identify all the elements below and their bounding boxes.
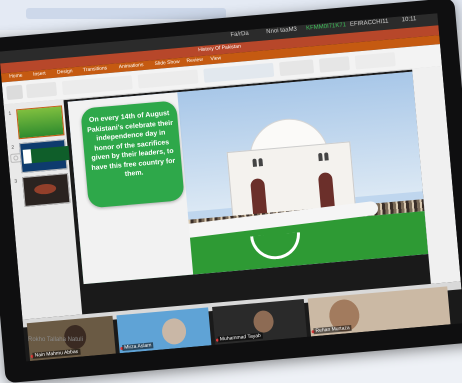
slide-thumbnail-3[interactable]: 3 [14,173,71,207]
font-group[interactable] [61,75,133,96]
flag-image [22,145,70,164]
thumb-number: 2 [11,144,15,151]
participant-tile[interactable]: Muhammad Tayab [212,298,308,345]
slide-left-panel: On every 14th of August Pakistani's cele… [67,92,194,285]
window-slit [318,152,323,162]
paste-button[interactable] [6,84,24,101]
taskbar-item-4[interactable]: EFIRACCHI11 [350,19,389,28]
address-bar [26,8,226,19]
participant-name: Rehan Murtaza [313,324,352,335]
tab-transitions[interactable]: Transitions [83,65,108,73]
arrange-button[interactable] [279,59,315,77]
taskbar-item-1[interactable]: Fa/rDa [230,31,249,39]
participant-name: Muhammad Tayab [217,332,264,343]
taskbar-clock: 10:11 [401,16,417,24]
window-slit [324,152,329,161]
drawing-group[interactable] [203,62,275,83]
participant-avatar [160,317,188,346]
window-slit [252,158,258,167]
tab-view[interactable]: View [210,55,221,62]
participant-name: Mirza Aslam [122,342,154,351]
slide-thumbnail-1[interactable]: 1 [8,105,65,140]
participant-avatar [252,309,275,334]
taskbar-item-3[interactable]: KFMM0I71K71 [306,22,346,31]
bottom-caption: Rokho Tallaha Natuli [28,337,83,343]
slide-text: On every 14th of August Pakistani's cele… [86,110,176,179]
text-callout[interactable]: On every 14th of August Pakistani's cele… [80,100,185,209]
thumb-number: 1 [8,110,12,118]
laptop-frame: Fa/rDa Nnoi taaM3 KFMM0I71K71 EFIRACCHI1… [0,0,462,383]
window-slit [258,158,263,167]
tab-animations[interactable]: Animations [119,62,144,70]
video-participants-strip: Nain Mahmu Abbas Mirza Aslam Muhammad Ta… [26,285,462,362]
slide-canvas[interactable]: On every 14th of August Pakistani's cele… [67,71,429,285]
paragraph-group[interactable] [137,69,199,89]
tab-review[interactable]: Review [186,57,203,64]
screen: Fa/rDa Nnoi taaM3 KFMM0I71K71 EFIRACCHI1… [0,13,462,362]
editing-group[interactable] [354,52,396,70]
taskbar-item-2[interactable]: Nnoi taaM3 [266,27,297,36]
tab-insert[interactable]: Insert [33,71,46,78]
thumb-number: 3 [14,178,18,185]
slide-thumbnail-2[interactable]: 2 [11,139,70,174]
tab-design[interactable]: Design [57,68,73,75]
slides-group[interactable] [25,81,58,99]
thumb-image [33,183,57,196]
tab-home[interactable]: Home [9,73,23,80]
participant-tile[interactable]: Mirza Aslam [116,307,212,354]
tab-slide-show[interactable]: Slide Show [154,59,179,67]
quick-styles-button[interactable] [318,56,350,73]
